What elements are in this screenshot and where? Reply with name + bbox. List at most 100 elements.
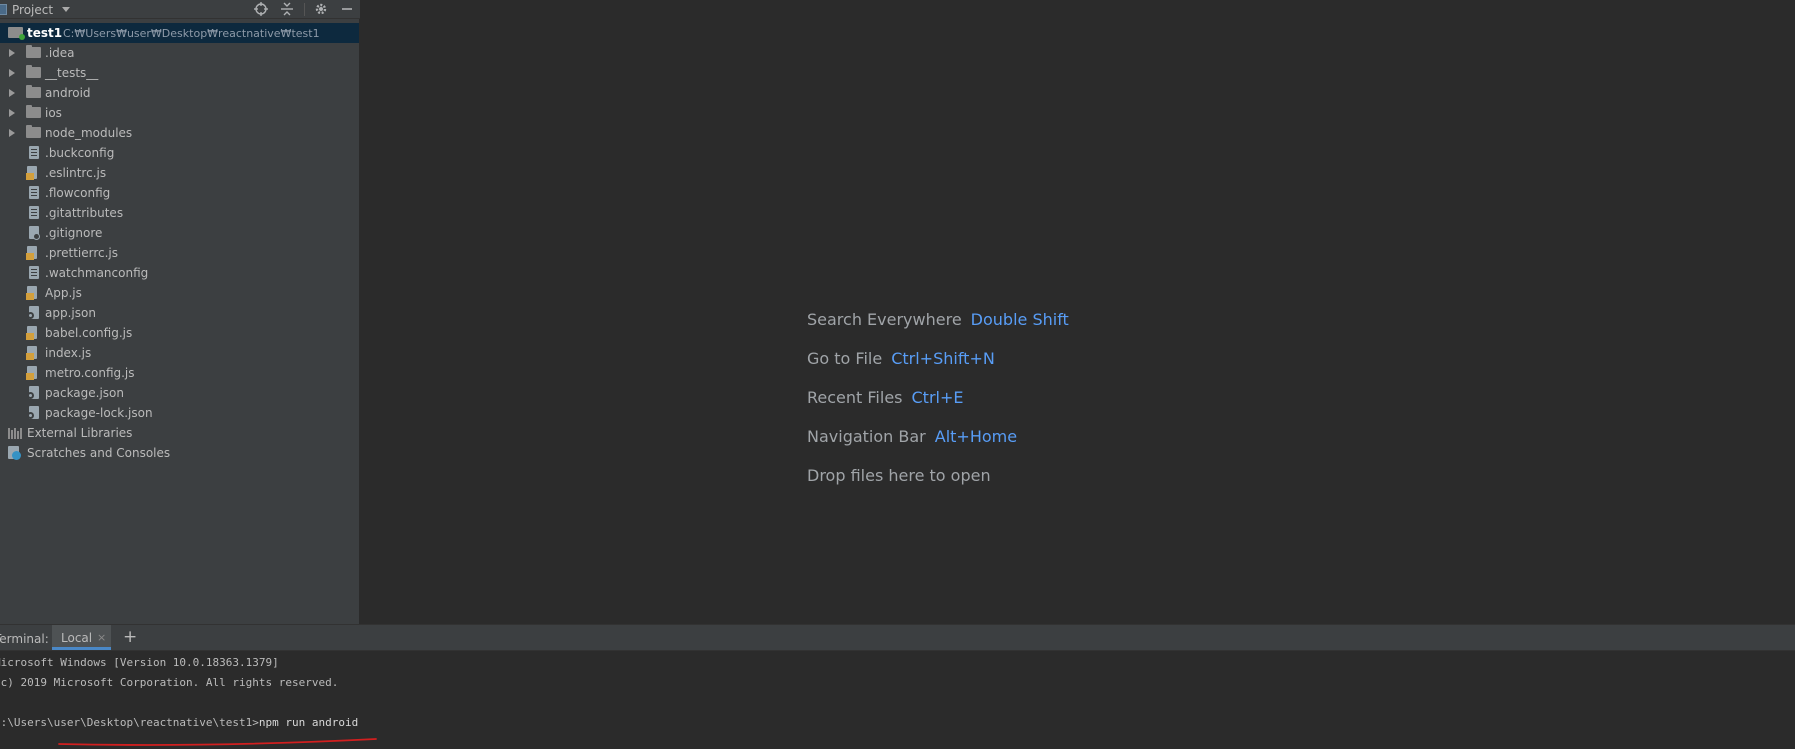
close-icon[interactable]: × bbox=[97, 631, 106, 644]
file-label: App.js bbox=[45, 286, 82, 300]
hint-go-to-file: Go to File Ctrl+Shift+N bbox=[807, 349, 995, 368]
terminal-prompt: C:\Users\user\Desktop\reactnative\test1> bbox=[0, 716, 259, 729]
root-name: test1 bbox=[27, 26, 63, 40]
folder-label: android bbox=[45, 86, 91, 100]
file-label: metro.config.js bbox=[45, 366, 135, 380]
config-file-icon bbox=[29, 186, 39, 199]
tree-file[interactable]: metro.config.js bbox=[0, 363, 359, 383]
folder-label: .idea bbox=[45, 46, 75, 60]
terminal-tab-local[interactable]: Local × bbox=[52, 625, 111, 650]
tree-file[interactable]: package.json bbox=[0, 383, 359, 403]
tree-file[interactable]: babel.config.js bbox=[0, 323, 359, 343]
js-file-icon bbox=[26, 346, 37, 360]
tree-file[interactable]: .buckconfig bbox=[0, 143, 359, 163]
folder-label: ios bbox=[45, 106, 62, 120]
folder-label: node_modules bbox=[45, 126, 133, 140]
tree-scratches[interactable]: Scratches and Consoles bbox=[0, 443, 359, 463]
terminal-output-line: Microsoft Windows [Version 10.0.18363.13… bbox=[0, 656, 279, 669]
tree-file[interactable]: .watchmanconfig bbox=[0, 263, 359, 283]
tree-file[interactable]: .eslintrc.js bbox=[0, 163, 359, 183]
hint-label: Search Everywhere bbox=[807, 310, 962, 329]
tree-root-test1[interactable]: test1 C:₩Users₩user₩Desktop₩reactnative₩… bbox=[0, 23, 359, 43]
collapse-all-icon[interactable] bbox=[279, 1, 295, 17]
file-label: package-lock.json bbox=[45, 406, 153, 420]
json-file-icon bbox=[27, 306, 39, 319]
gear-icon[interactable] bbox=[313, 1, 329, 17]
terminal-command-line[interactable]: C:\Users\user\Desktop\reactnative\test1>… bbox=[0, 716, 358, 729]
file-label: .watchmanconfig bbox=[45, 266, 149, 280]
locate-file-icon[interactable] bbox=[253, 1, 269, 17]
tree-file[interactable]: .prettierrc.js bbox=[0, 243, 359, 263]
project-icon bbox=[0, 4, 7, 15]
file-label: package.json bbox=[45, 386, 125, 400]
hint-shortcut: Double Shift bbox=[970, 310, 1069, 329]
project-view-selector[interactable]: Project bbox=[0, 1, 71, 18]
tree-folder-android[interactable]: android bbox=[0, 83, 359, 103]
hint-shortcut: Ctrl+E bbox=[911, 388, 964, 407]
file-label: .gitattributes bbox=[45, 206, 124, 220]
red-underline-annotation bbox=[58, 738, 377, 746]
terminal-command: npm run android bbox=[258, 716, 359, 729]
tree-file[interactable]: package-lock.json bbox=[0, 403, 359, 423]
tree-file[interactable]: App.js bbox=[0, 283, 359, 303]
library-icon bbox=[8, 427, 22, 439]
folder-icon bbox=[26, 105, 41, 118]
hint-label: Recent Files bbox=[807, 388, 903, 407]
hint-recent-files: Recent Files Ctrl+E bbox=[807, 388, 963, 407]
header-divider bbox=[304, 3, 305, 16]
terminal-header: Terminal: Local × + bbox=[0, 625, 1795, 651]
file-label: .buckconfig bbox=[45, 146, 115, 160]
new-terminal-button[interactable]: + bbox=[123, 627, 137, 647]
config-file-icon bbox=[29, 146, 39, 159]
tree-folder-ios[interactable]: ios bbox=[0, 103, 359, 123]
project-panel-title: Project bbox=[12, 2, 54, 17]
file-label: app.json bbox=[45, 306, 96, 320]
js-file-icon bbox=[26, 286, 37, 300]
file-label: .gitignore bbox=[45, 226, 103, 240]
project-folder-icon bbox=[8, 27, 25, 40]
tree-folder-node-modules[interactable]: node_modules bbox=[0, 123, 359, 143]
tree-file[interactable]: app.json bbox=[0, 303, 359, 323]
tree-file[interactable]: .flowconfig bbox=[0, 183, 359, 203]
tree-folder-tests[interactable]: __tests__ bbox=[0, 63, 359, 83]
folder-icon bbox=[26, 125, 41, 138]
hint-label: Go to File bbox=[807, 349, 883, 368]
scratches-label: Scratches and Consoles bbox=[27, 446, 171, 460]
config-file-icon bbox=[29, 266, 39, 279]
hint-label: Navigation Bar bbox=[807, 427, 926, 446]
hint-search-everywhere: Search Everywhere Double Shift bbox=[807, 310, 1069, 329]
hide-panel-icon[interactable] bbox=[339, 1, 355, 17]
expand-arrow-icon[interactable] bbox=[9, 49, 15, 57]
scratches-icon bbox=[8, 446, 21, 460]
project-tree: test1 C:₩Users₩user₩Desktop₩reactnative₩… bbox=[0, 23, 359, 463]
terminal-title: Terminal: bbox=[0, 632, 49, 646]
file-label: .flowconfig bbox=[45, 186, 111, 200]
terminal-output-line: (c) 2019 Microsoft Corporation. All righ… bbox=[0, 676, 339, 689]
tree-file[interactable]: .gitattributes bbox=[0, 203, 359, 223]
folder-icon bbox=[26, 65, 41, 78]
tree-external-libraries[interactable]: External Libraries bbox=[0, 423, 359, 443]
folder-icon bbox=[26, 85, 41, 98]
file-label: .prettierrc.js bbox=[45, 246, 119, 260]
folder-label: __tests__ bbox=[45, 66, 99, 80]
project-panel: Project test1 C:₩Users₩user₩Desktop₩reac… bbox=[0, 0, 360, 624]
js-file-icon bbox=[26, 246, 37, 260]
expand-arrow-icon[interactable] bbox=[9, 89, 15, 97]
js-file-icon bbox=[26, 366, 37, 380]
expand-arrow-icon[interactable] bbox=[9, 69, 15, 77]
tree-file[interactable]: index.js bbox=[0, 343, 359, 363]
tree-folder-idea[interactable]: .idea bbox=[0, 43, 359, 63]
config-file-icon bbox=[29, 206, 39, 219]
file-label: .eslintrc.js bbox=[45, 166, 107, 180]
tree-file[interactable]: .gitignore bbox=[0, 223, 359, 243]
js-file-icon bbox=[26, 326, 37, 340]
file-label: babel.config.js bbox=[45, 326, 133, 340]
external-libraries-label: External Libraries bbox=[27, 426, 133, 440]
expand-arrow-icon[interactable] bbox=[9, 109, 15, 117]
editor-empty-area[interactable]: Search Everywhere Double Shift Go to File… bbox=[361, 0, 1795, 624]
expand-arrow-icon[interactable] bbox=[9, 129, 15, 137]
terminal-panel[interactable]: Terminal: Local × + Microsoft Windows [V… bbox=[0, 624, 1795, 749]
folder-icon bbox=[26, 45, 41, 58]
git-file-icon bbox=[29, 226, 40, 240]
file-label: index.js bbox=[45, 346, 92, 360]
